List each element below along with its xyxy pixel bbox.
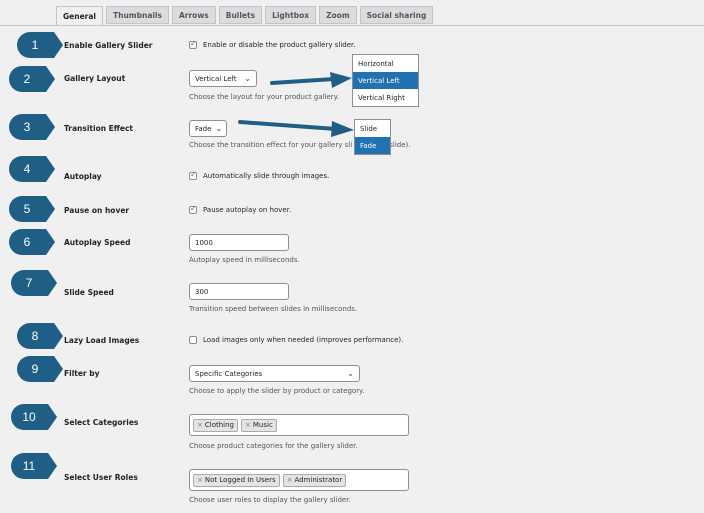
option-vertical-right[interactable]: Vertical Right [353,89,418,106]
autoplay-option[interactable]: Automatically slide through images. [189,170,330,180]
autoplay-speed-label: Autoplay Speed [64,238,131,247]
slide-speed-input[interactable]: 300 [189,283,289,300]
step-badge-5: 5 [8,195,56,223]
autoplay-speed-desc: Autoplay speed in milliseconds. [189,256,300,264]
step-badge-2: 2 [8,65,56,93]
lazy-load-option[interactable]: Load images only when needed (improves p… [189,336,403,344]
tab-thumbnails[interactable]: Thumbnails [106,6,169,24]
enable-slider-text: Enable or disable the product gallery sl… [203,41,356,49]
select-roles-desc: Choose user roles to display the gallery… [189,496,351,504]
pause-hover-label: Pause on hover [64,206,130,215]
remove-tag-icon[interactable]: × [287,476,293,484]
slide-speed-label: Slide Speed [64,288,114,297]
enable-slider-label: Enable Gallery Slider [64,41,153,50]
step-badge-3: 3 [8,113,56,141]
option-slide[interactable]: Slide [355,120,390,137]
filter-by-label: Filter by [64,369,100,378]
tag-administrator: × Administrator [282,473,347,487]
categories-multiselect[interactable]: × Clothing × Music [189,414,409,436]
step-badge-6: 6 [8,228,56,256]
chevron-down-icon: ⌄ [347,369,354,378]
step-badge-10: 10 [10,403,58,431]
lazy-load-label: Lazy Load Images [64,336,140,345]
gallery-layout-value: Vertical Left [195,74,237,83]
step-badge-11: 11 [10,452,58,480]
gallery-layout-dropdown: Horizontal Vertical Left Vertical Right [352,54,419,107]
gallery-layout-label: Gallery Layout [64,74,126,83]
select-categories-label: Select Categories [64,418,139,427]
transition-value: Fade [195,124,212,133]
transition-select[interactable]: Fade ⌄ [189,120,227,137]
tab-bullets[interactable]: Bullets [218,6,263,24]
transition-dropdown: Slide Fade [354,119,391,155]
roles-multiselect[interactable]: × Not Logged In Users × Administrator [189,469,409,491]
autoplay-text: Automatically slide through images. [203,172,330,180]
tab-arrows[interactable]: Arrows [171,6,216,24]
filter-by-select[interactable]: Specific Categories ⌄ [189,365,360,382]
lazy-load-checkbox[interactable] [189,336,197,344]
gallery-layout-desc: Choose the layout for your product galle… [189,93,339,101]
gallery-layout-select[interactable]: Vertical Left ⌄ [189,70,257,87]
chevron-down-icon: ⌄ [244,74,251,83]
tag-not-logged-in: × Not Logged In Users [193,473,280,487]
select-roles-label: Select User Roles [64,473,138,482]
transition-label: Transition Effect [64,124,134,133]
arrow-to-transition-dropdown-icon [238,120,354,137]
tab-social-sharing[interactable]: Social sharing [359,6,434,24]
step-badge-1: 1 [16,31,64,59]
pause-hover-text: Pause autoplay on hover. [203,206,292,214]
remove-tag-icon[interactable]: × [245,421,251,429]
autoplay-label: Autoplay [64,172,102,181]
step-badge-8: 8 [16,322,64,350]
remove-tag-icon[interactable]: × [197,476,203,484]
tabs-divider [0,25,704,26]
option-vertical-left[interactable]: Vertical Left [353,72,418,89]
chevron-down-icon: ⌄ [215,124,223,133]
enable-slider-option[interactable]: Enable or disable the product gallery sl… [189,39,356,49]
transition-desc: Choose the transition effect for your ga… [189,141,439,149]
option-horizontal[interactable]: Horizontal [353,55,418,72]
autoplay-checkbox[interactable] [189,170,197,180]
remove-tag-icon[interactable]: × [197,421,203,429]
tag-music: × Music [241,418,277,432]
filter-by-value: Specific Categories [195,369,263,378]
tag-clothing: × Clothing [193,418,238,432]
slide-speed-desc: Transition speed between slides in milli… [189,305,358,313]
option-fade[interactable]: Fade [355,137,390,154]
tab-general[interactable]: General [56,6,103,26]
transition-desc-start: Choose the transition effect for your ga… [189,141,353,149]
settings-tabs: General Thumbnails Arrows Bullets Lightb… [56,6,434,26]
autoplay-speed-input[interactable]: 1000 [189,234,289,251]
pause-hover-checkbox[interactable] [189,204,197,214]
step-badge-4: 4 [8,155,56,183]
lazy-load-text: Load images only when needed (improves p… [203,336,404,344]
tab-zoom[interactable]: Zoom [319,6,357,24]
enable-slider-checkbox[interactable] [189,39,197,49]
filter-by-desc: Choose to apply the slider by product or… [189,387,365,395]
step-badge-9: 9 [16,355,64,383]
select-categories-desc: Choose product categories for the galler… [189,442,358,450]
pause-hover-option[interactable]: Pause autoplay on hover. [189,204,292,214]
step-badge-7: 7 [10,269,58,297]
arrow-to-layout-dropdown-icon [270,72,352,88]
tab-lightbox[interactable]: Lightbox [265,6,317,24]
